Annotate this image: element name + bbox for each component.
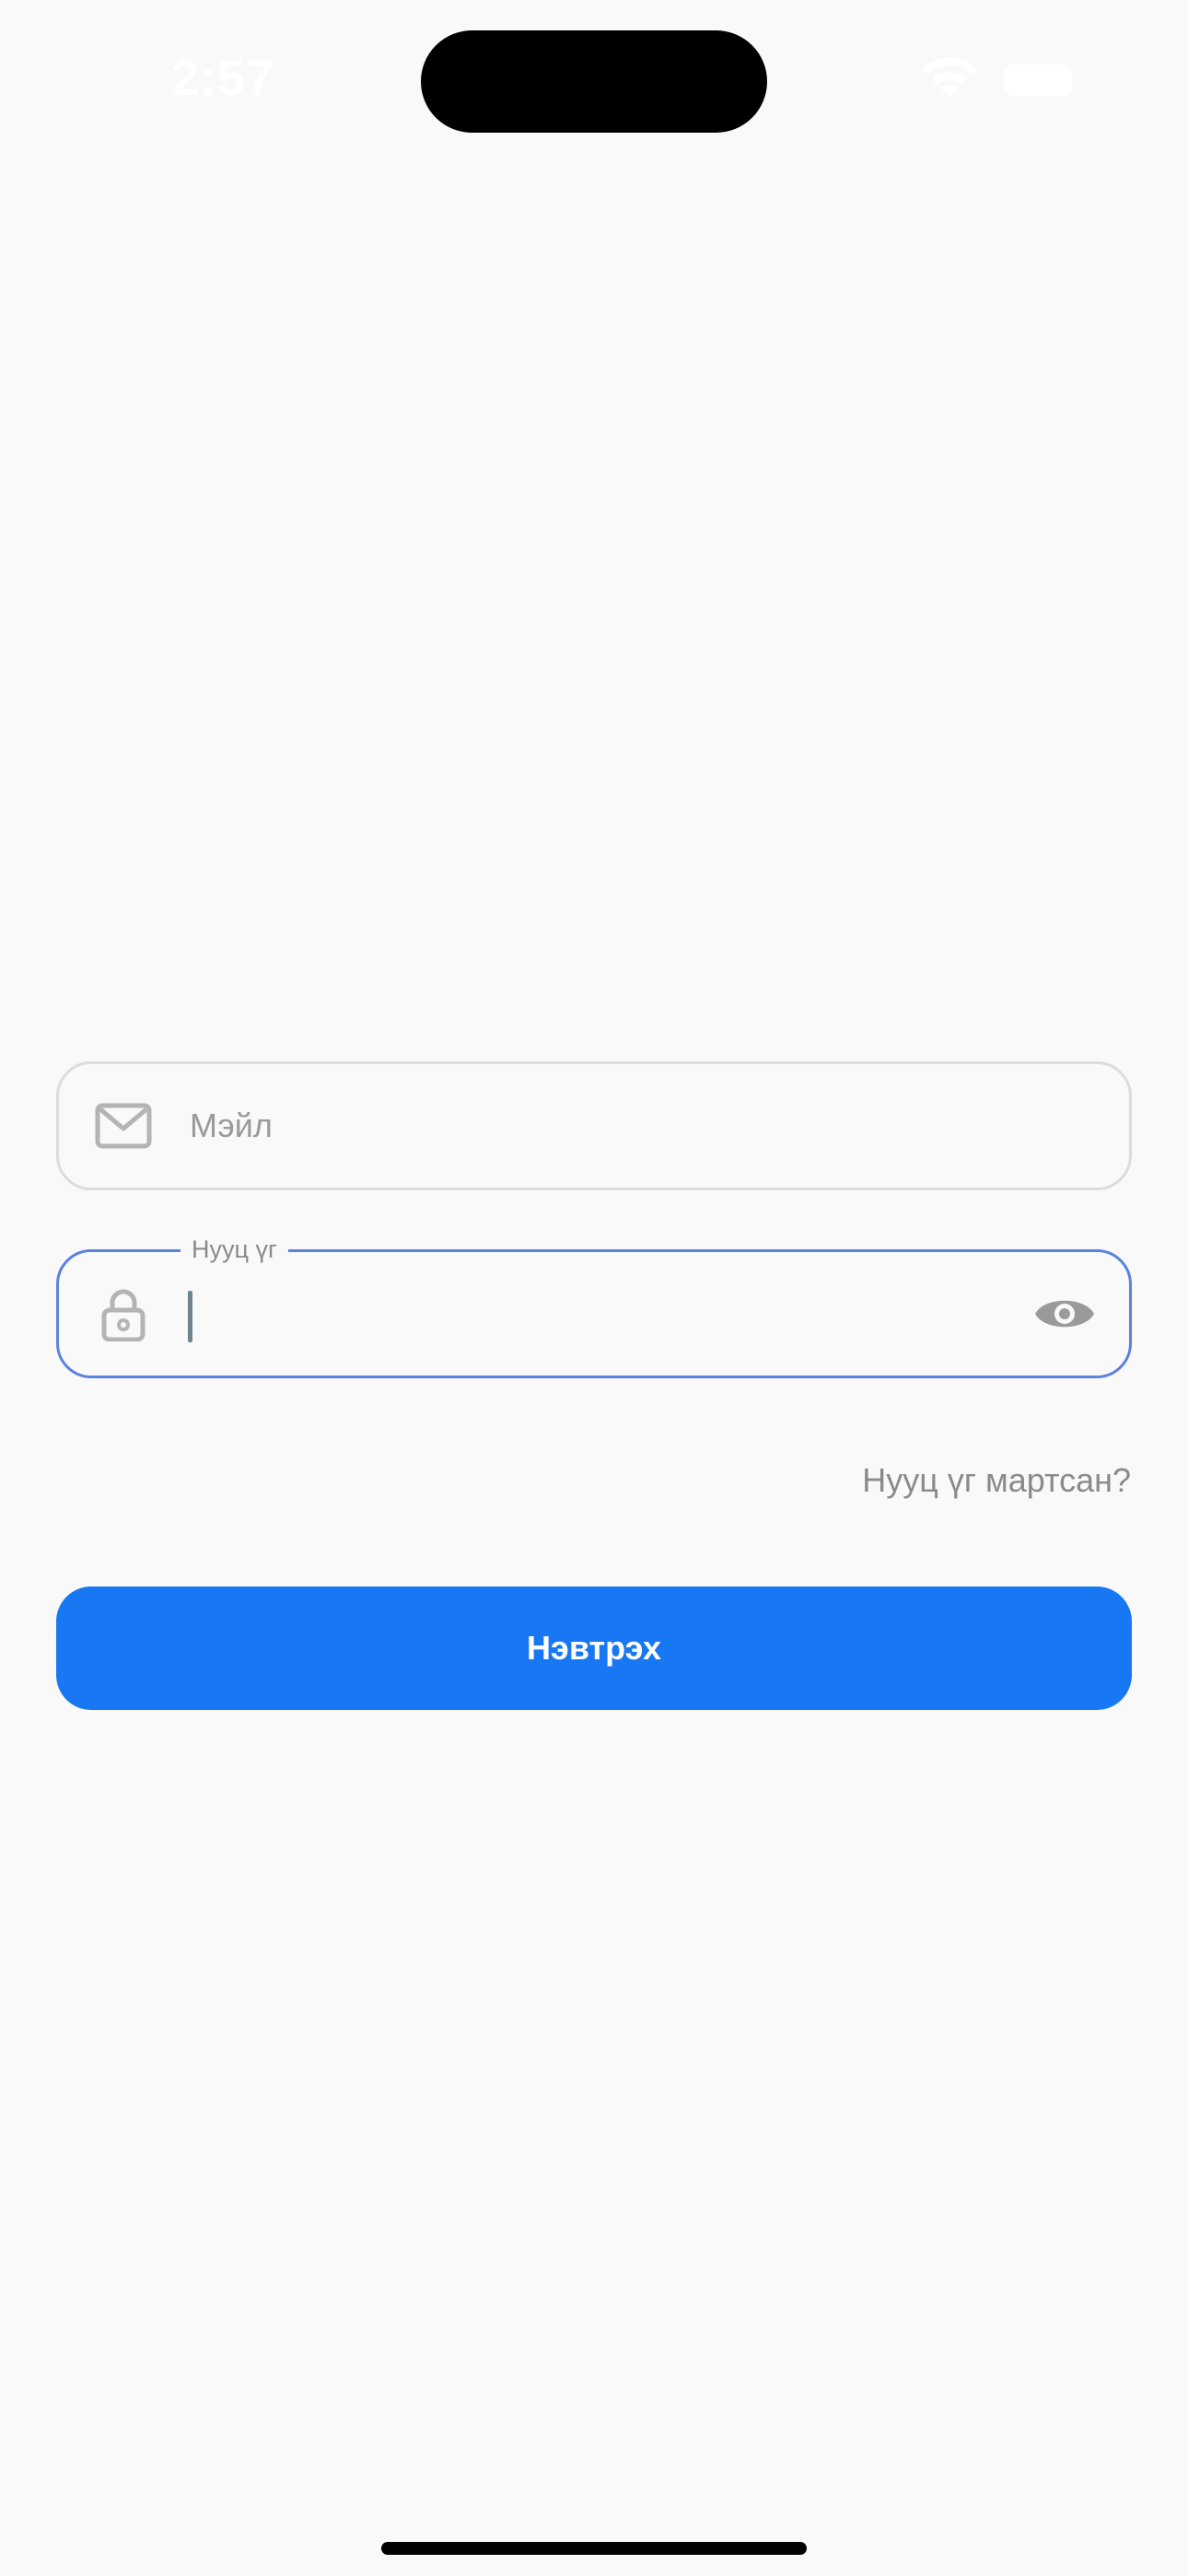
home-indicator[interactable] (381, 2542, 807, 2555)
password-field[interactable]: Нууц үг (56, 1232, 1132, 1378)
text-cursor (188, 1291, 192, 1342)
login-button[interactable]: Нэвтрэх (56, 1587, 1132, 1710)
forgot-password-link[interactable]: Нууц үг мартсан? (862, 1461, 1131, 1500)
battery-icon (1004, 64, 1072, 96)
email-field[interactable]: Мэйл (56, 1061, 1132, 1190)
mail-icon (95, 1103, 152, 1149)
lock-icon (101, 1289, 146, 1341)
dynamic-island (421, 30, 767, 133)
eye-icon[interactable] (1033, 1289, 1096, 1339)
status-bar: 2:57 (0, 0, 1188, 147)
status-time: 2:57 (171, 51, 275, 106)
wifi-icon (922, 57, 977, 98)
password-label: Нууц үг (181, 1232, 288, 1267)
email-placeholder: Мэйл (190, 1107, 273, 1144)
